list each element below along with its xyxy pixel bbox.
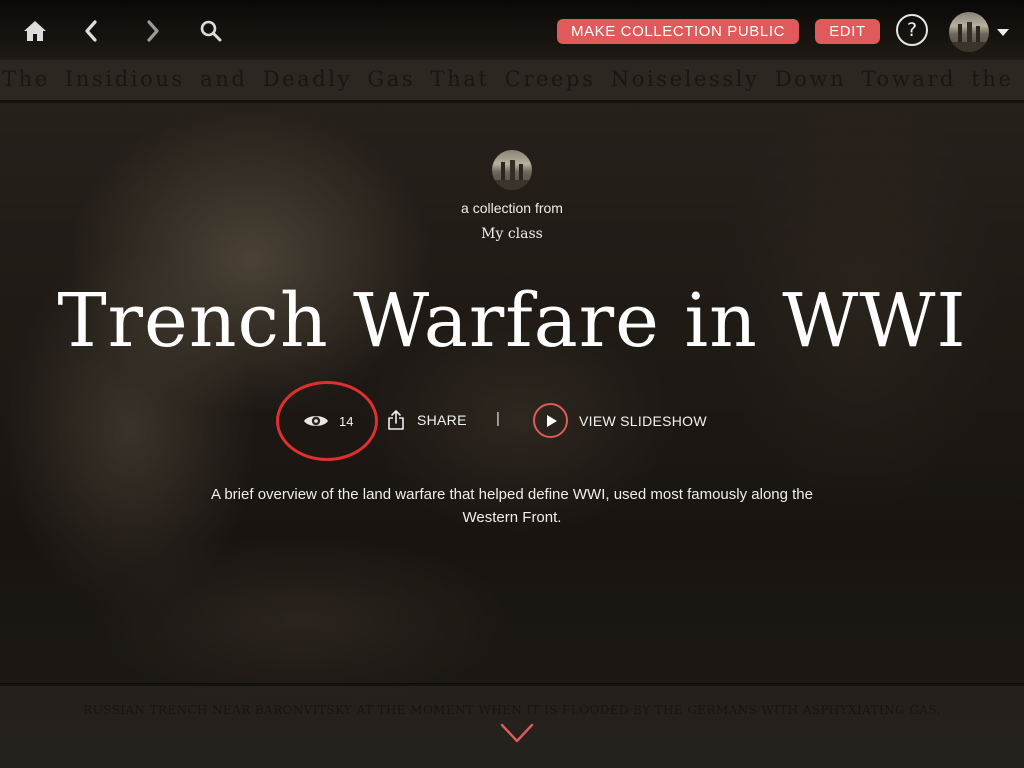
- views-count: 14: [339, 413, 354, 429]
- chevron-left-icon: [85, 20, 97, 42]
- caret-down-icon[interactable]: [997, 29, 1009, 36]
- chevron-down-icon[interactable]: [500, 722, 534, 744]
- forward-button[interactable]: [136, 14, 170, 48]
- views-counter: 14: [303, 408, 353, 434]
- hero-overlay: [0, 0, 1024, 768]
- back-button[interactable]: [74, 14, 108, 48]
- collection-title: Trench Warfare in WWI: [57, 278, 967, 364]
- collection-from-label: a collection from: [461, 200, 563, 216]
- background-caption-bottom: RUSSIAN TRENCH NEAR BARONVITSKY AT THE M…: [83, 703, 941, 717]
- search-icon: [200, 20, 222, 42]
- make-collection-public-button[interactable]: MAKE COLLECTION PUBLIC: [557, 19, 799, 44]
- action-divider: |: [496, 410, 500, 427]
- top-toolbar: MAKE COLLECTION PUBLIC EDIT ?: [0, 0, 1024, 60]
- view-slideshow-label: VIEW SLIDESHOW: [579, 412, 707, 429]
- play-icon: [533, 403, 568, 438]
- help-button[interactable]: ?: [896, 14, 928, 46]
- share-icon: [388, 410, 404, 430]
- home-icon: [24, 21, 46, 41]
- collection-owner-avatar[interactable]: [492, 150, 532, 190]
- collection-owner-link[interactable]: My class: [0, 226, 1024, 242]
- share-button[interactable]: SHARE: [387, 406, 467, 434]
- chevron-right-icon: [147, 20, 159, 42]
- share-label: SHARE: [417, 412, 467, 428]
- eye-icon: [304, 416, 328, 426]
- edit-button[interactable]: EDIT: [815, 19, 880, 44]
- home-button[interactable]: [18, 14, 52, 48]
- user-avatar[interactable]: [949, 12, 989, 52]
- view-slideshow-button[interactable]: VIEW SLIDESHOW: [533, 401, 707, 440]
- collection-description: A brief overview of the land warfare tha…: [211, 486, 813, 526]
- search-button[interactable]: [194, 14, 228, 48]
- background-caption-top: The Insidious and Deadly Gas That Creeps…: [2, 67, 1024, 91]
